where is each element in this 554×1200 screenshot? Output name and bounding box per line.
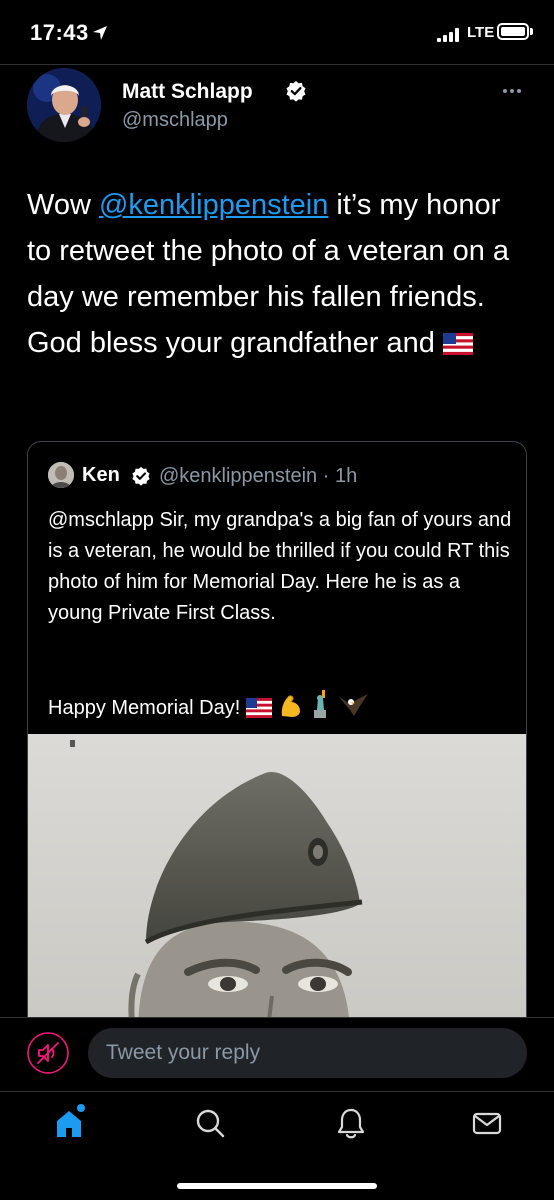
verified-badge-icon: [132, 466, 150, 486]
battery-cap: [530, 28, 533, 35]
quoted-author-photo: [48, 462, 74, 488]
new-content-indicator: [77, 1104, 85, 1112]
search-icon[interactable]: [193, 1106, 227, 1140]
mention-link[interactable]: @kenklippenstein: [99, 189, 328, 221]
flag-us-emoji: [246, 698, 273, 718]
verified-badge-icon: [286, 81, 306, 102]
quoted-tweet[interactable]: Ken @kenklippenstein · 1h @mschlapp Sir,…: [27, 441, 527, 1081]
cellular-signal-icon: [437, 28, 459, 42]
emoji-row: [246, 690, 376, 728]
status-bar: 17:43 LTE: [0, 0, 554, 64]
author-name[interactable]: Matt Schlapp: [122, 80, 253, 104]
muted-audio-icon[interactable]: [27, 1032, 69, 1074]
flag-us-emoji: [442, 333, 473, 355]
quoted-author-handle-time[interactable]: @kenklippenstein · 1h: [159, 465, 357, 488]
notifications-icon[interactable]: [334, 1106, 368, 1140]
network-type: LTE: [467, 24, 495, 41]
tweet-text: Wow @kenklippenstein it’s my honor to re…: [27, 182, 532, 366]
quoted-author-avatar[interactable]: [48, 462, 74, 488]
more-options-icon[interactable]: [502, 88, 522, 94]
author-handle[interactable]: @mschlapp: [122, 109, 228, 132]
quoted-tweet-closing-text: Happy Memorial Day!: [48, 697, 241, 719]
location-arrow-icon: [93, 26, 107, 40]
flexed-biceps-emoji: [282, 695, 301, 717]
quoted-author-name[interactable]: Ken: [82, 464, 120, 487]
battery-icon: [497, 23, 529, 40]
quoted-tweet-closing: Happy Memorial Day!: [48, 690, 518, 728]
quoted-tweet-text: @mschlapp Sir, my grandpa's a big fan of…: [48, 509, 512, 624]
eagle-emoji: [338, 694, 369, 716]
home-indicator: [177, 1183, 377, 1189]
reply-input[interactable]: [88, 1028, 527, 1078]
tweet-text-prefix: Wow: [27, 189, 99, 221]
messages-icon[interactable]: [470, 1106, 504, 1140]
statue-of-liberty-emoji: [314, 690, 327, 718]
author-photo: [27, 68, 101, 142]
header-divider: [0, 64, 554, 65]
status-time: 17:43: [30, 20, 89, 45]
reply-bar: [0, 1018, 554, 1091]
author-avatar[interactable]: [27, 68, 101, 142]
